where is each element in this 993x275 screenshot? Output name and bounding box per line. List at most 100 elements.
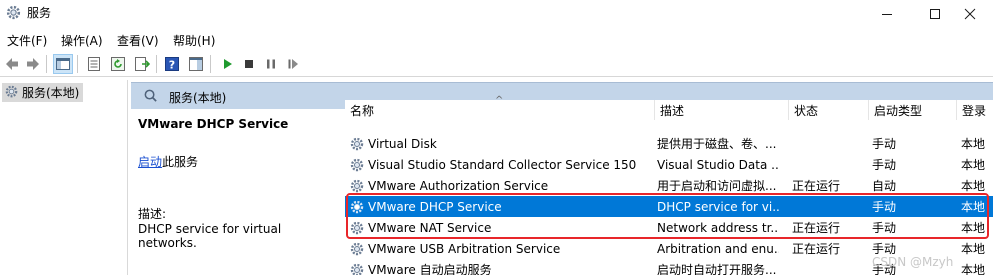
column-name-label: 名称 <box>350 103 375 118</box>
service-description: 提供用于磁盘、卷、... <box>657 137 777 151</box>
console-tree-icon[interactable] <box>53 54 73 74</box>
forward-arrow-icon[interactable] <box>23 54 43 74</box>
start-service-link[interactable]: 启动 <box>138 155 162 169</box>
table-row[interactable]: VMware NAT Service Network address tr...… <box>345 217 993 238</box>
toolbar-separator <box>77 55 78 73</box>
service-name: VMware DHCP Service <box>368 199 502 214</box>
column-header-startup-type[interactable]: 启动类型 <box>869 100 957 120</box>
title-bar: 服务 <box>0 0 993 27</box>
service-status: 正在运行 <box>792 179 841 193</box>
help-icon[interactable]: ? <box>162 54 182 74</box>
service-gear-icon <box>349 241 365 257</box>
service-logon: 本地 <box>961 137 986 151</box>
service-status <box>792 154 864 175</box>
service-description: DHCP service for vi... <box>657 199 779 214</box>
service-description: Network address tr... <box>657 220 779 235</box>
menu-help[interactable]: 帮助(H) <box>173 32 215 49</box>
refresh-icon[interactable] <box>108 54 128 74</box>
start-service-icon[interactable] <box>217 54 237 74</box>
service-name: VMware Authorization Service <box>368 178 549 193</box>
table-row[interactable]: Visual Studio Standard Collector Service… <box>345 154 993 175</box>
service-name: Virtual Disk <box>368 136 437 151</box>
description-label: 描述: <box>138 207 167 221</box>
extended-description-pane: VMware DHCP Service 启动此服务 描述: DHCP servi… <box>131 109 337 275</box>
services-list: 名称 ^ 描述 状态 启动类型 登录 Virtual Disk 提供用于磁盘、卷… <box>345 95 993 275</box>
description-text: DHCP service for virtual networks. <box>138 222 282 250</box>
service-status <box>792 259 864 275</box>
service-status: 正在运行 <box>792 242 841 256</box>
start-service-line: 启动此服务 <box>138 153 198 170</box>
back-arrow-icon[interactable] <box>2 54 22 74</box>
service-description: 启动时自动打开服务... <box>657 263 777 275</box>
toolbar-separator <box>46 55 47 73</box>
service-gear-icon <box>349 262 365 275</box>
menu-bar: 文件(F) 操作(A) 查看(V) 帮助(H) <box>0 29 993 50</box>
table-row[interactable]: Virtual Disk 提供用于磁盘、卷、... 手动 本地 <box>345 133 993 154</box>
table-row[interactable]: VMware Authorization Service 用于启动和访问虚拟..… <box>345 175 993 196</box>
service-description: 用于启动和访问虚拟... <box>657 179 777 193</box>
service-gear-icon <box>349 178 365 194</box>
menu-action[interactable]: 操作(A) <box>61 32 103 49</box>
services-gear-icon <box>5 4 22 21</box>
column-desc-label: 描述 <box>660 103 685 118</box>
column-header-description[interactable]: 描述 <box>655 100 789 120</box>
column-logon-label: 登录 <box>962 103 987 118</box>
service-gear-icon <box>349 157 365 173</box>
show-pane-icon[interactable] <box>186 54 206 74</box>
service-logon: 本地 <box>961 242 986 256</box>
menu-file[interactable]: 文件(F) <box>7 32 47 49</box>
service-description: Arbitration and enu... <box>657 241 779 256</box>
console-tree: 服务(本地) <box>0 80 128 275</box>
service-logon: 本地 <box>961 221 986 235</box>
services-panel: 服务(本地) VMware DHCP Service 启动此服务 描述: DHC… <box>131 82 993 275</box>
properties-icon[interactable] <box>84 54 104 74</box>
stop-service-icon[interactable] <box>239 54 259 74</box>
service-logon: 本地 <box>961 158 986 172</box>
panel-header-label: 服务(本地) <box>169 91 227 105</box>
svg-text:?: ? <box>169 59 175 72</box>
service-startup-type: 手动 <box>872 200 897 214</box>
service-gear-icon <box>349 136 365 152</box>
toolbar: ? <box>0 52 993 77</box>
column-startup-label: 启动类型 <box>874 103 923 118</box>
minimize-button[interactable] <box>864 0 910 27</box>
column-header-logon[interactable]: 登录 <box>957 100 993 120</box>
pause-service-icon[interactable] <box>261 54 281 74</box>
window-title: 服务 <box>27 6 52 20</box>
service-logon: 本地 <box>961 200 986 214</box>
service-description: Visual Studio Data ... <box>657 157 779 172</box>
column-header-status[interactable]: 状态 <box>789 100 869 120</box>
tree-item-services-local[interactable]: 服务(本地) <box>2 83 84 102</box>
restart-service-icon[interactable] <box>283 54 303 74</box>
table-row-selected[interactable]: VMware DHCP Service DHCP service for vi.… <box>345 196 993 217</box>
export-list-icon[interactable] <box>132 54 152 74</box>
service-status <box>792 196 864 217</box>
service-status <box>792 133 864 154</box>
services-gear-icon <box>4 84 19 102</box>
service-gear-icon <box>349 199 365 215</box>
service-name: Visual Studio Standard Collector Service… <box>368 157 637 172</box>
service-startup-type: 手动 <box>872 137 897 151</box>
column-status-label: 状态 <box>794 103 819 118</box>
column-header-name[interactable]: 名称 ^ <box>345 95 655 120</box>
service-logon: 本地 <box>961 263 986 275</box>
sort-up-icon: ^ <box>495 95 504 106</box>
toolbar-separator <box>156 55 157 73</box>
menu-view[interactable]: 查看(V) <box>117 32 159 49</box>
selected-service-title: VMware DHCP Service <box>138 117 289 131</box>
close-button[interactable] <box>947 0 993 27</box>
service-status: 正在运行 <box>792 221 841 235</box>
toolbar-separator <box>210 55 211 73</box>
service-startup-type: 自动 <box>872 179 897 193</box>
service-gear-icon <box>349 220 365 236</box>
service-name: VMware NAT Service <box>368 220 492 235</box>
service-name: VMware USB Arbitration Service <box>368 241 561 256</box>
service-startup-type: 手动 <box>872 221 897 235</box>
watermark: CSDN @Mzyh <box>872 255 954 269</box>
search-gear-icon <box>143 88 158 106</box>
service-startup-type: 手动 <box>872 158 897 172</box>
start-service-suffix: 此服务 <box>162 155 199 169</box>
service-logon: 本地 <box>961 179 986 193</box>
service-name: VMware 自动启动服务 <box>368 263 492 275</box>
tree-item-label: 服务(本地) <box>22 86 80 100</box>
